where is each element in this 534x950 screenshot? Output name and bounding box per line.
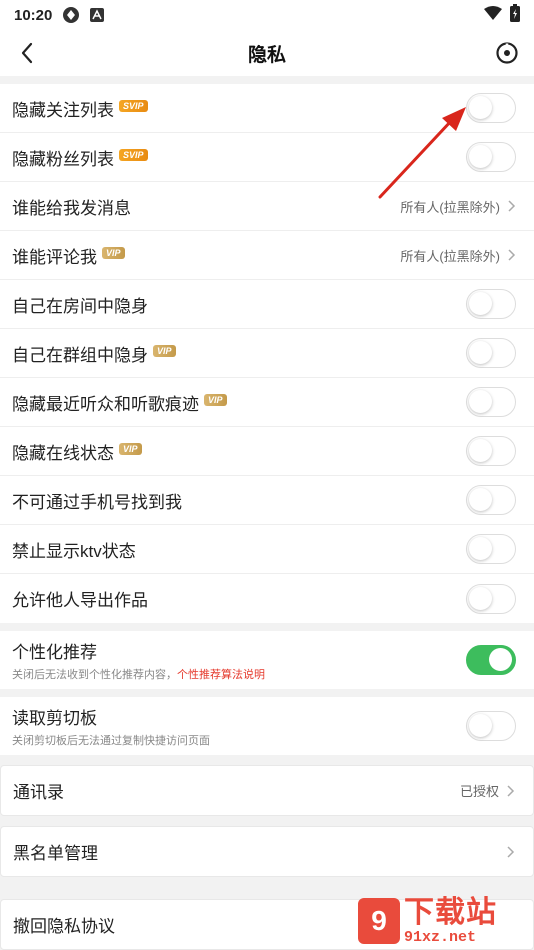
toggle-knob	[469, 96, 492, 119]
row-allow-export-works[interactable]: 允许他人导出作品	[0, 574, 534, 623]
privacy-settings-group: 隐藏关注列表 SVIP 隐藏粉丝列表 SVIP 谁能给我发消息 所有人(拉黑除外…	[0, 84, 534, 623]
row-hide-recent-listeners[interactable]: 隐藏最近听众和听歌痕迹 VIP	[0, 378, 534, 427]
wifi-icon	[484, 6, 502, 24]
chevron-right-icon	[505, 784, 515, 798]
toggle-switch[interactable]	[466, 142, 516, 172]
row-label: 不可通过手机号找到我	[12, 492, 182, 512]
clipboard-group: 读取剪切板 关闭剪切板后无法通过复制快捷访问页面	[0, 697, 534, 755]
row-subtitle-text: 关闭后无法收到个性化推荐内容，	[12, 669, 177, 681]
row-label: 通讯录	[13, 783, 64, 802]
toggle-knob	[469, 714, 492, 737]
toggle-switch[interactable]	[466, 711, 516, 741]
row-invisible-in-group[interactable]: 自己在群组中隐身 VIP	[0, 329, 534, 378]
chevron-right-icon	[506, 199, 516, 213]
app-notification-icon	[90, 8, 105, 22]
row-value: 所有人(拉黑除外)	[400, 197, 516, 216]
toggle-switch[interactable]	[466, 289, 516, 319]
toggle-knob	[469, 586, 492, 610]
row-label: 谁能给我发消息	[12, 198, 131, 218]
row-who-can-message-me[interactable]: 谁能给我发消息 所有人(拉黑除外)	[0, 182, 534, 231]
row-value: 所有人(拉黑除外)	[400, 246, 516, 265]
row-hide-fans-list[interactable]: 隐藏粉丝列表 SVIP	[0, 133, 534, 182]
toggle-knob	[469, 341, 492, 364]
row-value-text: 所有人(拉黑除外)	[400, 199, 500, 215]
row-label: 自己在群组中隐身	[12, 345, 148, 365]
row-label: 读取剪切板	[12, 709, 97, 728]
personalized-group: 个性化推荐 关闭后无法收到个性化推荐内容，个性推荐算法说明	[0, 631, 534, 689]
toggle-switch[interactable]	[466, 645, 516, 675]
row-label: 自己在房间中隐身	[12, 296, 148, 316]
row-contacts[interactable]: 通讯录 已授权	[1, 766, 533, 815]
vip-badge: VIP	[204, 394, 227, 406]
battery-icon	[510, 4, 520, 26]
gear-icon[interactable]	[494, 40, 520, 66]
watermark-text: 下载站 91xz.net	[404, 895, 497, 946]
chevron-right-icon	[506, 248, 516, 262]
toggle-switch[interactable]	[466, 436, 516, 466]
row-label: 隐藏最近听众和听歌痕迹	[12, 394, 199, 414]
row-value-text: 所有人(拉黑除外)	[400, 248, 500, 264]
vip-badge: VIP	[153, 345, 176, 357]
vpn-icon	[62, 6, 80, 24]
row-subtitle: 关闭后无法收到个性化推荐内容，个性推荐算法说明	[12, 666, 265, 682]
toggle-knob	[469, 390, 492, 413]
row-not-findable-by-phone[interactable]: 不可通过手机号找到我	[0, 476, 534, 525]
watermark-logo: 9 下载站 91xz.net	[358, 896, 528, 946]
toggle-switch[interactable]	[466, 485, 516, 515]
row-value-text: 已授权	[459, 784, 499, 799]
svip-badge: SVIP	[119, 100, 148, 112]
toggle-knob	[469, 145, 492, 168]
watermark-logo-mark: 9	[358, 898, 400, 944]
row-label: 允许他人导出作品	[12, 591, 148, 610]
row-label: 隐藏关注列表	[12, 100, 114, 120]
contacts-card: 通讯录 已授权	[0, 765, 534, 816]
algorithm-explanation-link[interactable]: 个性推荐算法说明	[177, 669, 265, 681]
toggle-knob	[469, 537, 492, 560]
toggle-knob	[469, 439, 492, 462]
svip-badge: SVIP	[119, 149, 148, 161]
row-hide-ktv-status[interactable]: 禁止显示ktv状态	[0, 525, 534, 574]
row-label: 撤回隐私协议	[13, 917, 115, 936]
toggle-knob	[489, 648, 512, 671]
toggle-knob	[469, 292, 492, 315]
status-time: 10:20	[14, 6, 53, 24]
row-hide-following-list[interactable]: 隐藏关注列表 SVIP	[0, 84, 534, 133]
row-who-can-comment-me[interactable]: 谁能评论我 VIP 所有人(拉黑除外)	[0, 231, 534, 280]
toggle-switch[interactable]	[466, 93, 516, 123]
blacklist-card: 黑名单管理	[0, 826, 534, 877]
page-title: 隐私	[247, 44, 286, 66]
row-value: 已授权	[460, 781, 515, 800]
row-blacklist-management[interactable]: 黑名单管理	[1, 827, 533, 876]
row-label: 隐藏在线状态	[12, 443, 114, 463]
status-bar: 10:20	[0, 0, 534, 30]
row-label: 禁止显示ktv状态	[12, 541, 136, 561]
vip-badge: VIP	[102, 247, 125, 259]
row-subtitle: 关闭剪切板后无法通过复制快捷访问页面	[12, 735, 210, 747]
toggle-switch[interactable]	[466, 534, 516, 564]
row-personalized-recommendation[interactable]: 个性化推荐 关闭后无法收到个性化推荐内容，个性推荐算法说明	[0, 631, 534, 689]
toggle-switch[interactable]	[466, 338, 516, 368]
row-label: 隐藏粉丝列表	[12, 149, 114, 169]
row-invisible-in-room[interactable]: 自己在房间中隐身	[0, 280, 534, 329]
toggle-switch[interactable]	[466, 387, 516, 417]
row-read-clipboard[interactable]: 读取剪切板 关闭剪切板后无法通过复制快捷访问页面	[0, 697, 534, 755]
back-arrow-icon[interactable]	[14, 40, 40, 66]
watermark-en: 91xz.net	[404, 928, 477, 946]
watermark-cn: 下载站	[404, 895, 497, 929]
row-texts: 读取剪切板 关闭剪切板后无法通过复制快捷访问页面	[12, 704, 210, 748]
toggle-switch[interactable]	[466, 583, 516, 614]
header: 隐私	[0, 30, 534, 76]
row-label: 黑名单管理	[13, 844, 98, 863]
chevron-right-icon	[505, 845, 515, 859]
toggle-knob	[469, 488, 492, 511]
row-label: 个性化推荐	[12, 643, 97, 662]
row-label: 谁能评论我	[12, 247, 97, 267]
vip-badge: VIP	[119, 443, 142, 455]
row-texts: 个性化推荐 关闭后无法收到个性化推荐内容，个性推荐算法说明	[12, 638, 265, 682]
row-hide-online-status[interactable]: 隐藏在线状态 VIP	[0, 427, 534, 476]
